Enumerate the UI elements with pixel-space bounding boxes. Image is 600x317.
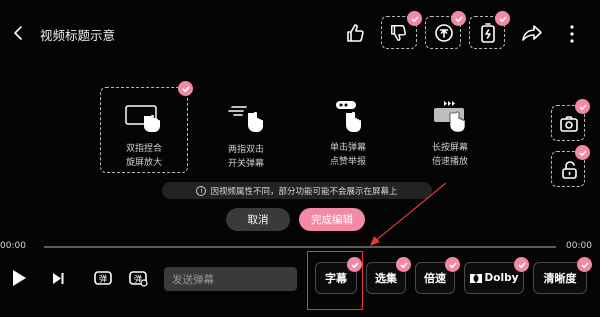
danmaku-settings-icon: 弹	[129, 271, 148, 287]
check-icon	[514, 257, 529, 272]
cancel-button[interactable]: 取消	[226, 208, 290, 231]
gesture-tap-danmaku[interactable]: 单击弹幕 点赞举报	[304, 95, 392, 173]
danmaku-toggle-icon: 弹	[94, 271, 112, 285]
quality-button[interactable]: 清晰度	[533, 257, 592, 294]
coin-up-icon	[435, 24, 453, 42]
gesture-label-line1: 双指捏合	[125, 144, 162, 154]
battery-charge-icon	[481, 23, 495, 43]
episodes-button[interactable]: 选集	[366, 257, 411, 294]
next-button[interactable]	[50, 271, 66, 286]
pinch-rotate-icon	[125, 105, 160, 132]
danmaku-settings-button[interactable]: 弹	[128, 268, 148, 288]
info-icon: i	[196, 185, 207, 196]
long-press-speed-icon	[434, 101, 466, 133]
camera-icon	[560, 116, 578, 132]
more-vertical-icon	[570, 25, 574, 43]
danmaku-input[interactable]: 发送弹幕	[164, 267, 297, 291]
check-icon	[178, 81, 193, 96]
play-icon	[13, 270, 26, 286]
dolby-logo-icon	[469, 273, 482, 283]
screenshot-slot[interactable]	[551, 99, 590, 141]
check-icon	[577, 257, 592, 272]
annotation-arrow	[370, 182, 447, 246]
lock-slot[interactable]	[551, 145, 590, 187]
tap-danmaku-icon	[336, 101, 361, 132]
check-icon	[407, 11, 422, 26]
share-button[interactable]	[521, 23, 543, 43]
gesture-label-line2: 开关弹幕	[227, 159, 264, 169]
speed-button[interactable]: 倍速	[415, 257, 460, 294]
check-icon	[495, 11, 510, 26]
gesture-long-press[interactable]: 长按屏幕 倍速播放	[406, 95, 494, 173]
check-icon	[347, 257, 362, 272]
svg-text:弹: 弹	[99, 274, 107, 284]
check-icon	[445, 257, 460, 272]
done-edit-button[interactable]: 完成编辑	[299, 208, 365, 231]
gesture-label-line2: 旋屏放大	[125, 158, 162, 168]
gesture-label-line1: 长按屏幕	[431, 143, 468, 153]
episodes-label: 选集	[375, 272, 397, 285]
check-icon	[575, 145, 590, 160]
check-icon	[451, 11, 466, 26]
page-title: 视频标题示意	[40, 28, 116, 43]
thumbs-up-icon	[347, 24, 364, 42]
gesture-pinch[interactable]: 双指捏合 旋屏放大	[100, 81, 193, 173]
gesture-label-line2: 倍速播放	[431, 157, 468, 167]
dislike-slot[interactable]	[381, 11, 422, 49]
gesture-label-line1: 两指双击	[227, 145, 264, 155]
chevron-left-icon	[14, 26, 22, 40]
check-icon	[396, 257, 411, 272]
subtitle-label: 字幕	[325, 272, 347, 285]
double-tap-icon	[228, 106, 263, 132]
quality-label: 清晰度	[543, 272, 577, 285]
unlock-icon	[562, 161, 577, 179]
subtitle-button[interactable]: 字幕	[315, 257, 362, 294]
like-button[interactable]	[345, 22, 367, 44]
gesture-label-line1: 单击弹幕	[329, 143, 366, 153]
time-current: 00:00	[0, 241, 26, 251]
back-button[interactable]	[10, 24, 28, 42]
dolby-button[interactable]: Dolby	[464, 257, 529, 294]
skip-next-icon	[53, 273, 64, 284]
coin-slot[interactable]	[425, 11, 466, 49]
more-button[interactable]	[566, 24, 578, 44]
charge-slot[interactable]	[469, 11, 510, 49]
danmaku-input-placeholder: 发送弹幕	[172, 274, 214, 286]
play-button[interactable]	[10, 268, 28, 288]
thumbs-down-icon	[391, 25, 406, 41]
gesture-label-line2: 点赞举报	[329, 157, 366, 167]
danmaku-toggle-button[interactable]: 弹	[93, 268, 113, 288]
check-icon	[575, 99, 590, 114]
share-icon	[522, 25, 542, 41]
dolby-label: Dolby	[484, 272, 519, 284]
speed-label: 倍速	[424, 272, 446, 285]
time-total: 00:00	[566, 241, 592, 251]
gesture-double-tap[interactable]: 两指双击 开关弹幕	[202, 95, 290, 173]
progress-bar[interactable]	[44, 246, 556, 248]
